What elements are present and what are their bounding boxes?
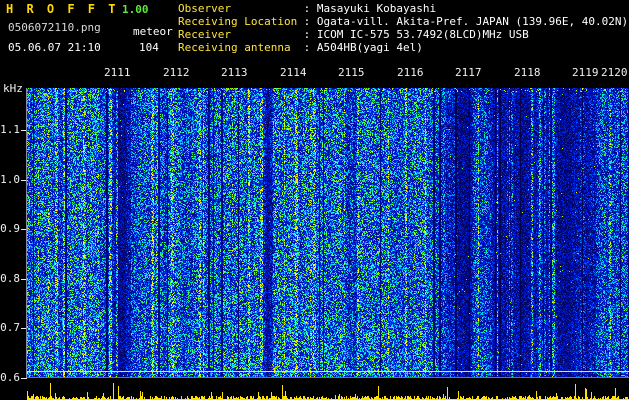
info-value: A504HB(yagi 4el) (316, 41, 423, 54)
info-row-receiver: Receiver : ICOM IC-575 53.7492(8LCD)MHz … (178, 29, 529, 41)
info-separator: : (297, 41, 317, 54)
info-row-location: Receiving Location : Ogata-vill. Akita-P… (178, 16, 628, 28)
freq-label-1.0: 1.0 (0, 173, 20, 186)
info-separator: : (297, 15, 317, 28)
time-label-2115: 2115 (338, 66, 365, 79)
freq-label-0.7: 0.7 (0, 321, 20, 334)
hrofft-window: H R O F F T 1.00 0506072110.png meteor 0… (0, 0, 629, 400)
info-label: Observer (178, 2, 231, 15)
time-label-2112: 2112 (163, 66, 190, 79)
time-label-2118: 2118 (514, 66, 541, 79)
app-version: 1.00 (122, 3, 149, 16)
time-label-2117: 2117 (455, 66, 482, 79)
time-label-2120: 2120 (601, 66, 628, 79)
mode-label: meteor (133, 25, 173, 38)
info-label: Receiving Location (178, 15, 298, 28)
signal-meter-canvas (27, 380, 629, 400)
freq-label-1.1: 1.1 (0, 123, 20, 136)
info-label: Receiver (178, 28, 231, 41)
khz-unit-label: kHz (3, 82, 23, 95)
freq-label-0.9: 0.9 (0, 222, 20, 235)
app-title: H R O F F T (6, 2, 119, 16)
freq-label-0.6: 0.6 (0, 371, 20, 384)
output-filename: 0506072110.png (8, 21, 101, 34)
datetime-label: 05.06.07 21:10 (8, 41, 101, 54)
time-label-2119: 2119 (572, 66, 599, 79)
info-value: Ogata-vill. Akita-Pref. JAPAN (139.96E, … (316, 15, 629, 28)
freq-tick (21, 378, 27, 379)
time-label-2111: 2111 (104, 66, 131, 79)
time-label-2113: 2113 (221, 66, 248, 79)
time-label-2116: 2116 (397, 66, 424, 79)
info-separator: : (297, 28, 317, 41)
echo-count: 104 (139, 41, 159, 54)
info-value: Masayuki Kobayashi (316, 2, 437, 15)
info-separator: : (297, 2, 317, 15)
info-row-observer: Observer : Masayuki Kobayashi (178, 3, 436, 15)
freq-label-0.8: 0.8 (0, 272, 20, 285)
time-label-2114: 2114 (280, 66, 307, 79)
info-value: ICOM IC-575 53.7492(8LCD)MHz USB (316, 28, 529, 41)
info-label: Receiving antenna (178, 41, 291, 54)
spectrogram-canvas (27, 88, 629, 378)
info-row-antenna: Receiving antenna : A504HB(yagi 4el) (178, 42, 423, 54)
